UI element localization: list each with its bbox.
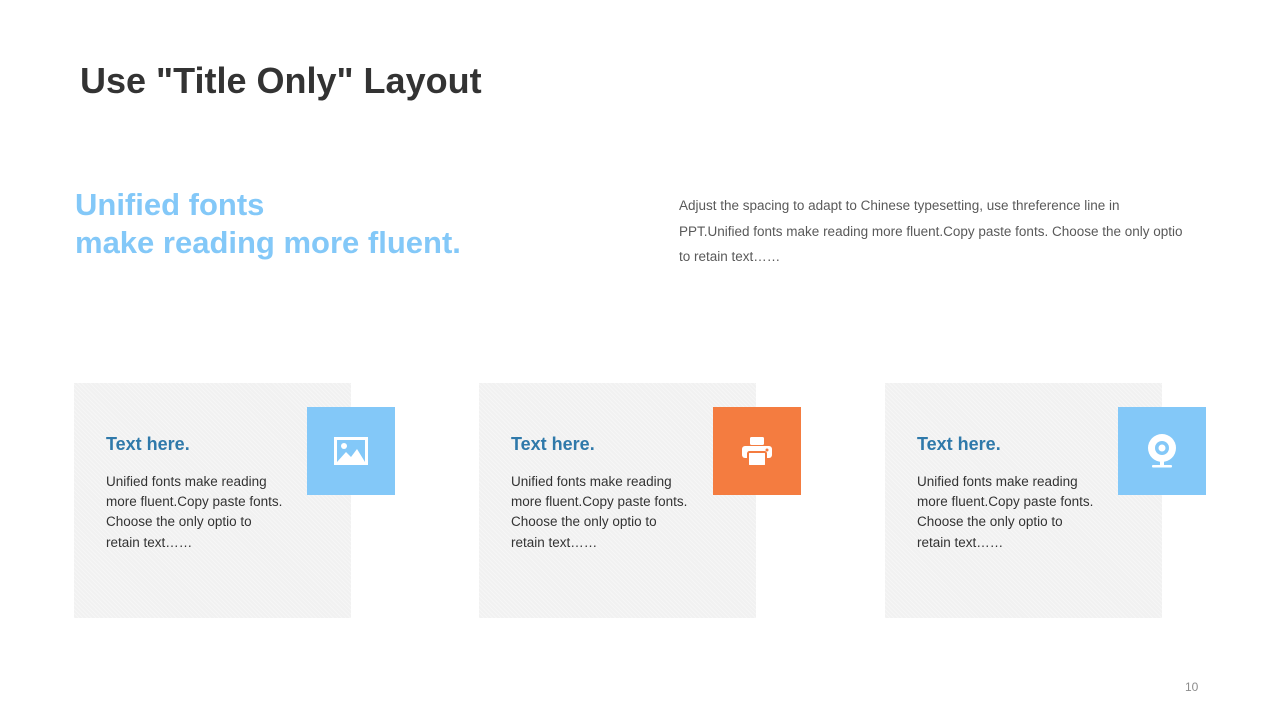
image-icon xyxy=(334,437,368,465)
card-heading: Text here. xyxy=(917,434,1001,454)
headline: Unified fonts make reading more fluent. xyxy=(75,186,461,262)
card-body: Unified fonts make reading more fluent.C… xyxy=(511,474,688,550)
intro-paragraph: Adjust the spacing to adapt to Chinese t… xyxy=(679,198,1183,264)
card-3-icon-tile xyxy=(1118,407,1206,495)
webcam-icon xyxy=(1148,434,1176,468)
headline-line-1: Unified fonts xyxy=(75,187,265,222)
slide-title: Use "Title Only" Layout xyxy=(80,60,482,101)
card-heading: Text here. xyxy=(511,434,595,454)
card-1-icon-tile xyxy=(307,407,395,495)
card-heading: Text here. xyxy=(106,434,190,454)
page-number: 10 xyxy=(1185,680,1199,694)
card-body: Unified fonts make reading more fluent.C… xyxy=(917,474,1094,550)
card-body: Unified fonts make reading more fluent.C… xyxy=(106,474,283,550)
headline-line-2: make reading more fluent. xyxy=(75,225,461,260)
slide: Use "Title Only" Layout Unified fonts ma… xyxy=(0,0,1280,720)
printer-icon xyxy=(742,437,772,467)
card-2-icon-tile xyxy=(713,407,801,495)
